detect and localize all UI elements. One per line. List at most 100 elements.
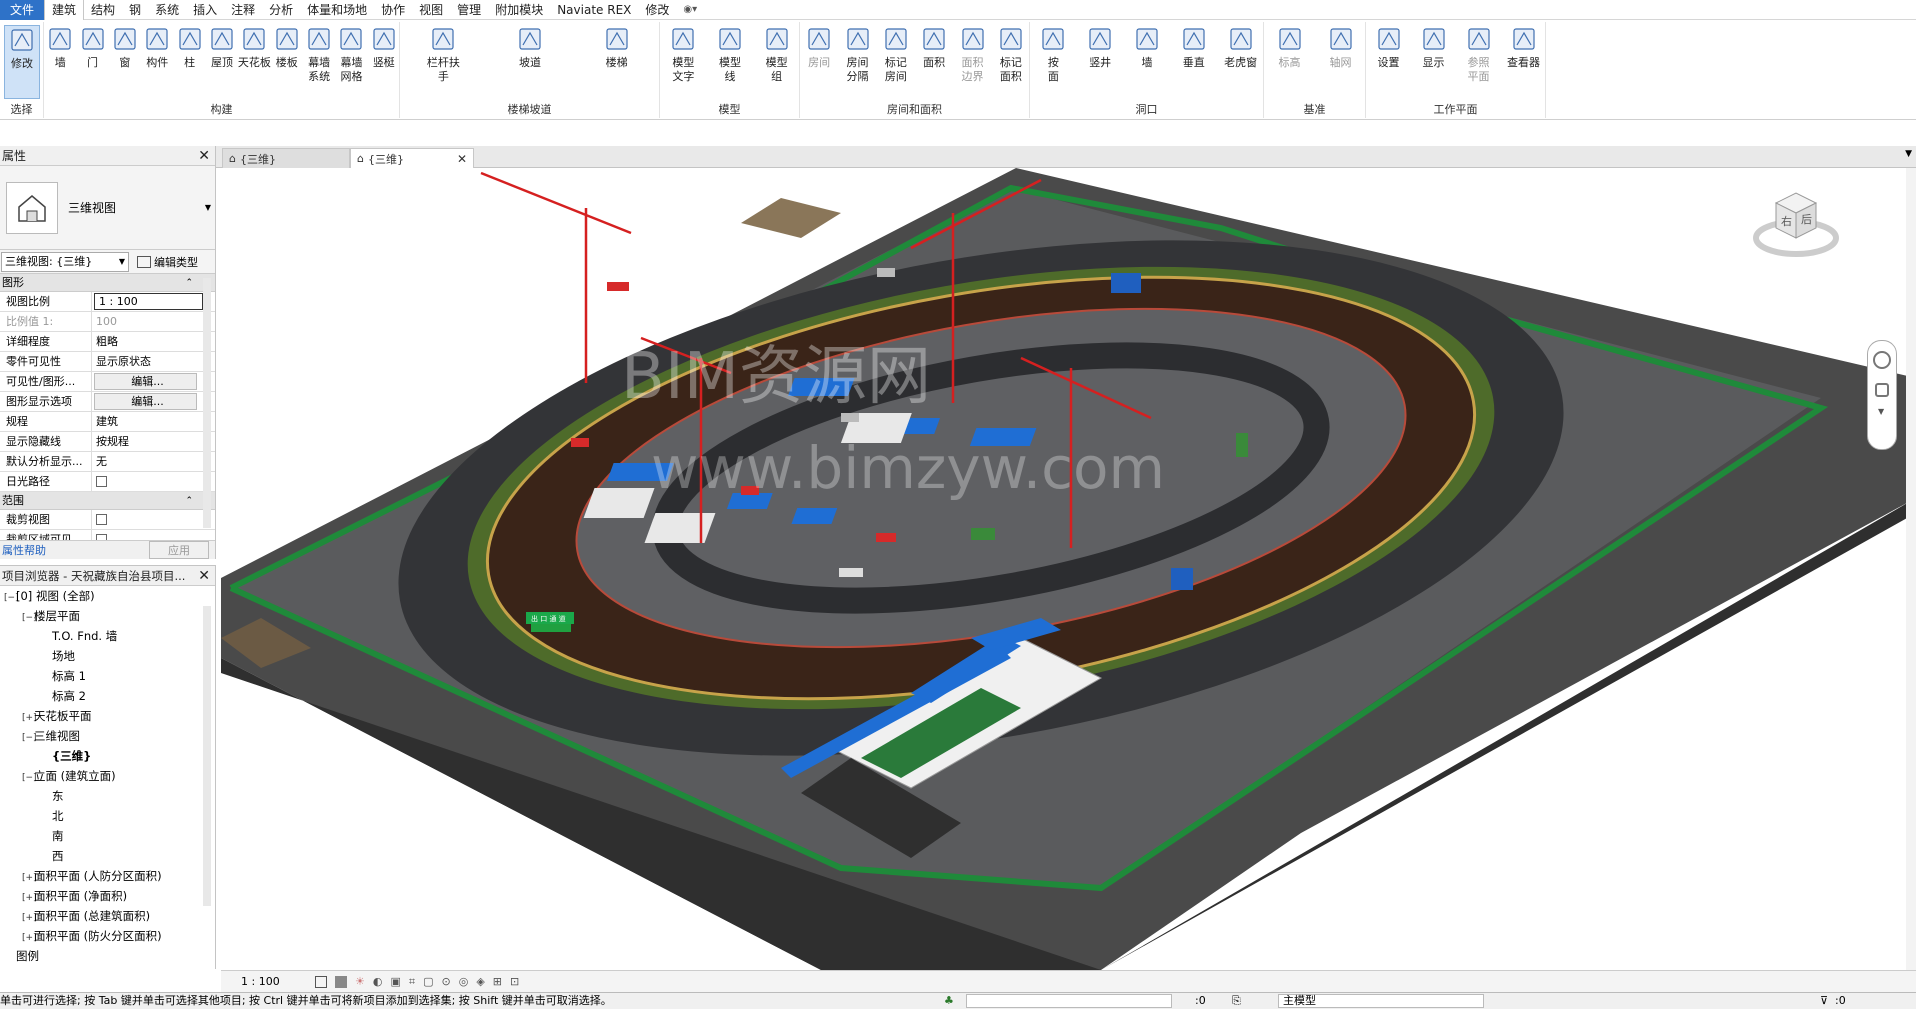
visual-style-icon[interactable] (335, 975, 347, 988)
ribbon-button-5-1[interactable]: 竖井 (1082, 25, 1118, 99)
detail-level-icon[interactable] (315, 975, 327, 988)
tree-item[interactable]: {三维} (0, 746, 215, 766)
selection-filter-icon[interactable]: ⊽ (1820, 993, 1828, 1009)
collapse-icon[interactable]: [−] (4, 588, 19, 608)
editing-requests-icon[interactable]: ⎘ (1232, 993, 1241, 1009)
menu-11[interactable]: 管理 (450, 0, 488, 20)
quick-access-dropdown-icon[interactable]: ◉▾ (676, 0, 704, 20)
crop-view-icon[interactable]: ⌗ (409, 975, 415, 989)
ribbon-button-5-0[interactable]: 按 面 (1035, 25, 1071, 99)
property-value[interactable] (92, 510, 215, 529)
expand-icon[interactable]: [+] (22, 928, 37, 948)
worksets-icon[interactable]: ♣ (944, 993, 954, 1009)
collapse-icon[interactable]: [−] (22, 728, 37, 748)
lock-view-icon[interactable]: ⊙ (442, 975, 451, 988)
tree-item[interactable]: [+]面积平面 (总建筑面积) (0, 906, 215, 926)
checkbox[interactable] (96, 514, 107, 525)
checkbox[interactable] (96, 476, 107, 487)
viewport-scrollbar-right[interactable] (1906, 168, 1916, 970)
menu-14[interactable]: 修改 (638, 0, 676, 20)
tree-item[interactable]: [+]面积平面 (人防分区面积) (0, 866, 215, 886)
ribbon-button-0-0[interactable]: 修改 (4, 25, 40, 99)
tab-3d-view-1[interactable]: ⌂ {三维} (222, 148, 350, 168)
analysis-icon[interactable]: ⊡ (510, 975, 519, 988)
chevron-down-icon[interactable]: ▼ (205, 203, 211, 212)
menu-1[interactable]: 建筑 (44, 0, 85, 20)
section-graphics[interactable]: 图形 ⌃ (0, 274, 215, 292)
show-crop-icon[interactable]: ▢ (423, 975, 433, 988)
edit-type-button[interactable]: 编辑类型 (137, 254, 198, 270)
tree-item[interactable]: T.O. Fnd. 墙 (0, 626, 215, 646)
menu-13[interactable]: Naviate REX (550, 0, 638, 20)
tree-item[interactable]: 北 (0, 806, 215, 826)
ribbon-button-4-1[interactable]: 房间 分隔 (840, 25, 876, 99)
property-value[interactable]: 1 : 100 (94, 293, 203, 310)
ribbon-button-7-0[interactable]: 设置 (1371, 25, 1407, 99)
view-instance-select[interactable]: 三维视图: {三维} ▼ (1, 251, 129, 272)
tree-item[interactable]: [+]面积平面 (防火分区面积) (0, 926, 215, 946)
tree-item[interactable]: 南 (0, 826, 215, 846)
menu-9[interactable]: 协作 (374, 0, 412, 20)
tree-item[interactable]: [−]三维视图 (0, 726, 215, 746)
menu-3[interactable]: 钢 (122, 0, 148, 20)
ribbon-button-2-0[interactable]: 栏杆扶手 (425, 25, 461, 99)
collapse-icon[interactable]: [−] (22, 768, 37, 788)
ribbon-button-5-4[interactable]: 老虎窗 (1223, 25, 1259, 99)
menu-4[interactable]: 系统 (148, 0, 186, 20)
sun-path-icon[interactable]: ☀ (355, 975, 365, 988)
tree-item[interactable]: [−]立面 (建筑立面) (0, 766, 215, 786)
tree-item[interactable]: 标高 1 (0, 666, 215, 686)
chevron-down-icon[interactable]: ▼ (1905, 149, 1912, 159)
apply-button[interactable]: 应用 (149, 541, 209, 559)
tree-item[interactable]: 图例 (0, 946, 215, 966)
property-value[interactable] (92, 472, 215, 491)
properties-help-link[interactable]: 属性帮助 (2, 542, 46, 558)
menu-0[interactable]: 文件 (0, 0, 45, 20)
tree-item[interactable]: 西 (0, 846, 215, 866)
worksharing-icon[interactable]: ⊞ (493, 975, 502, 988)
ribbon-button-5-3[interactable]: 垂直 (1176, 25, 1212, 99)
section-extent[interactable]: 范围 ⌃ (0, 492, 215, 510)
menu-10[interactable]: 视图 (412, 0, 450, 20)
menu-5[interactable]: 插入 (186, 0, 224, 20)
temp-hide-icon[interactable]: ◎ (459, 975, 469, 988)
ribbon-button-3-2[interactable]: 模型 组 (759, 25, 795, 99)
tree-item[interactable]: 东 (0, 786, 215, 806)
tree-item[interactable]: 场地 (0, 646, 215, 666)
property-value[interactable]: 按规程 (92, 432, 215, 451)
chevron-down-icon[interactable]: ▼ (1878, 407, 1886, 416)
ribbon-button-2-1[interactable]: 坡道 (512, 25, 548, 99)
navigation-bar[interactable]: ▼ (1867, 340, 1897, 450)
ribbon-button-2-2[interactable]: 楼梯 (599, 25, 635, 99)
ribbon-button-4-4[interactable]: 面积 边界 (955, 25, 991, 99)
menu-2[interactable]: 结构 (84, 0, 122, 20)
ribbon-button-7-3[interactable]: 查看器 (1506, 25, 1542, 99)
ribbon-button-4-0[interactable]: 房间 (801, 25, 837, 99)
tree-item[interactable]: [−][0] 视图 (全部) (0, 586, 215, 606)
ribbon-button-4-3[interactable]: 面积 (916, 25, 952, 99)
property-value[interactable]: 建筑 (92, 412, 215, 431)
site-model-3d[interactable]: 出 口 通 道 BIM资源网 www.bimzyw.com (221, 168, 1916, 970)
property-value[interactable]: 无 (92, 452, 215, 471)
property-value[interactable]: 显示原状态 (92, 352, 215, 371)
close-icon[interactable]: ✕ (457, 152, 467, 166)
ribbon-button-7-1[interactable]: 显示 (1416, 25, 1452, 99)
ribbon-button-5-2[interactable]: 墙 (1129, 25, 1165, 99)
property-edit-button[interactable]: 编辑... (94, 373, 197, 390)
ribbon-button-4-5[interactable]: 标记 面积 (993, 25, 1029, 99)
menu-7[interactable]: 分析 (262, 0, 300, 20)
tree-item[interactable]: 标高 2 (0, 686, 215, 706)
properties-scrollbar[interactable] (203, 278, 211, 528)
menu-6[interactable]: 注释 (224, 0, 262, 20)
type-selector[interactable]: 三维视图 ▼ (0, 166, 215, 250)
shadows-icon[interactable]: ◐ (373, 975, 383, 988)
ribbon-button-1-10[interactable]: 竖梃 (366, 25, 402, 99)
close-icon[interactable]: ✕ (198, 146, 210, 166)
view-cube[interactable]: 右 后 (1751, 183, 1841, 263)
close-icon[interactable]: ✕ (198, 566, 210, 586)
ribbon-button-3-1[interactable]: 模型 线 (712, 25, 748, 99)
tree-item[interactable]: [+]面积平面 (净面积) (0, 886, 215, 906)
tree-item[interactable]: [−]楼层平面 (0, 606, 215, 626)
expand-icon[interactable]: [+] (22, 888, 37, 908)
ribbon-button-7-2[interactable]: 参照 平面 (1461, 25, 1497, 99)
